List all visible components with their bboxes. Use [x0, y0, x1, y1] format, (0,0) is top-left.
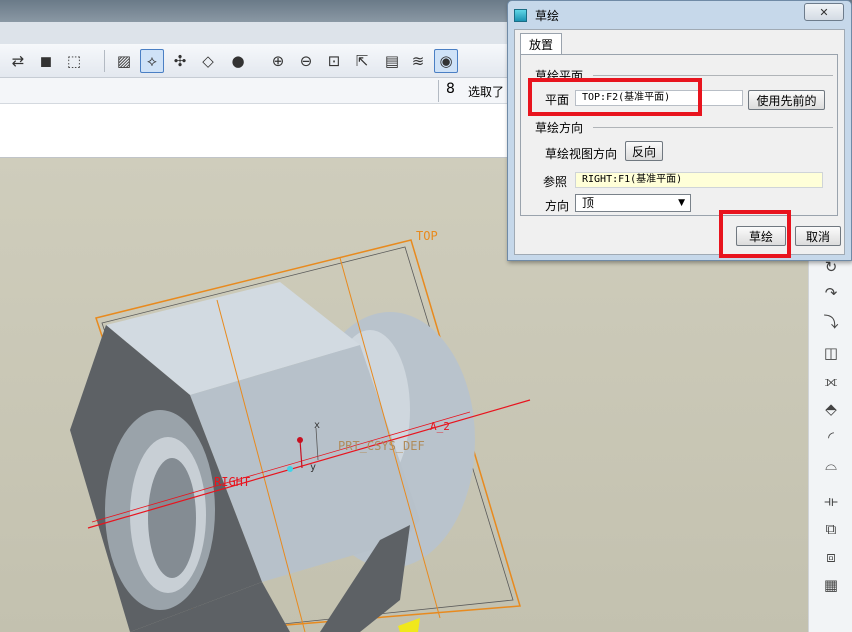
sweep-icon[interactable]: ↷ — [817, 280, 845, 306]
dialog-title: 草绘 — [535, 8, 560, 23]
named-view-icon[interactable]: ◉ — [434, 49, 458, 73]
reference-label: 参照 — [543, 175, 568, 189]
direction-select[interactable]: 顶 ▼ — [575, 194, 691, 212]
x-label: x — [314, 420, 320, 431]
zoom-out-icon[interactable]: ⊖ — [294, 49, 318, 73]
view-manager-icon[interactable]: ◇ — [196, 49, 220, 73]
toolbar-separator — [104, 50, 105, 72]
view-direction-label: 草绘视图方向 — [545, 147, 618, 161]
y-label: y — [310, 462, 316, 473]
chamfer-icon[interactable]: ⌓ — [817, 452, 845, 478]
blend-icon[interactable]: ⤵ — [817, 308, 845, 334]
main-toolbar: ⇄ ◼ ⬚ ▨ ⟡ ✣ ◇ ● ⊕ ⊖ ⊡ ⇱ ▤ ≋ ◉ — [0, 44, 520, 78]
sketch-dialog: 草绘 ✕ 放置 草绘平面 平面 TOP:F2(基准平面) 使用先前的 草绘方向 … — [507, 0, 852, 261]
message-area — [0, 104, 520, 158]
selection-icon: 8 — [446, 81, 455, 97]
trim-icon[interactable]: ⧈ — [817, 544, 845, 570]
plane-highlight-box — [528, 78, 702, 116]
dialog-title-bar[interactable]: 草绘 — [514, 5, 559, 25]
layers-icon[interactable]: ▤ — [380, 49, 404, 73]
zoom-in-icon[interactable]: ⊕ — [266, 49, 290, 73]
merge-icon[interactable]: ⧉ — [817, 516, 845, 542]
direction-arrow — [398, 618, 420, 632]
top-plane-label: TOP — [416, 229, 438, 243]
flip-button[interactable]: 反向 — [625, 141, 663, 161]
draft-icon[interactable]: ⬘ — [817, 396, 845, 422]
dialog-body: 放置 草绘平面 平面 TOP:F2(基准平面) 使用先前的 草绘方向 草绘视图方… — [514, 29, 845, 255]
use-previous-button[interactable]: 使用先前的 — [748, 90, 825, 110]
layers-stack-icon[interactable]: ≋ — [406, 49, 430, 73]
spin-center-icon[interactable]: ⟡ — [140, 49, 164, 73]
tab-placement[interactable]: 放置 — [520, 33, 562, 55]
shading-icon[interactable]: ● — [226, 49, 250, 73]
sketch-app-icon — [514, 8, 527, 22]
select-box-icon[interactable]: ⬚ — [62, 49, 86, 73]
group-divider — [593, 127, 833, 128]
rib-icon[interactable]: ⟗ — [817, 368, 845, 394]
pattern-icon[interactable]: ▦ — [817, 572, 845, 598]
filter-bar: 8 选取了 — [0, 78, 520, 104]
feature-toolbar: ↻ ↷ ⤵ ◫ ⟗ ⬘ ◜ ⌓ ⟛ ⧉ ⧈ ▦ — [808, 250, 852, 632]
cancel-button[interactable]: 取消 — [795, 226, 841, 246]
reorient-icon[interactable]: ⇱ — [350, 49, 374, 73]
mirror-icon[interactable]: ⟛ — [817, 488, 845, 514]
direction-label: 方向 — [545, 199, 570, 213]
csys-icon[interactable]: ✣ — [168, 49, 192, 73]
pick-status: 选取了 — [468, 85, 505, 99]
direction-value: 顶 — [582, 196, 595, 210]
refit-icon[interactable]: ⊡ — [322, 49, 346, 73]
menu-strip — [0, 22, 520, 44]
find-icon[interactable]: ◼ — [34, 49, 58, 73]
regenerate-icon[interactable]: ⇄ — [6, 49, 30, 73]
sketch-highlight-box — [719, 210, 791, 258]
axis-label: A_2 — [430, 420, 450, 433]
close-icon[interactable]: ✕ — [804, 3, 844, 21]
chevron-down-icon: ▼ — [678, 198, 685, 208]
right-plane-label: RIGHT — [214, 475, 250, 489]
round-icon[interactable]: ◜ — [817, 424, 845, 450]
shell-icon[interactable]: ◫ — [817, 340, 845, 366]
group-divider — [593, 75, 833, 76]
datum-display-icon[interactable]: ▨ — [112, 49, 136, 73]
subbar-separator — [438, 80, 439, 102]
csys-label: PRT_CSYS_DEF — [338, 439, 425, 453]
orientation-group-label: 草绘方向 — [535, 121, 584, 135]
reference-field[interactable]: RIGHT:F1(基准平面) — [575, 172, 823, 188]
